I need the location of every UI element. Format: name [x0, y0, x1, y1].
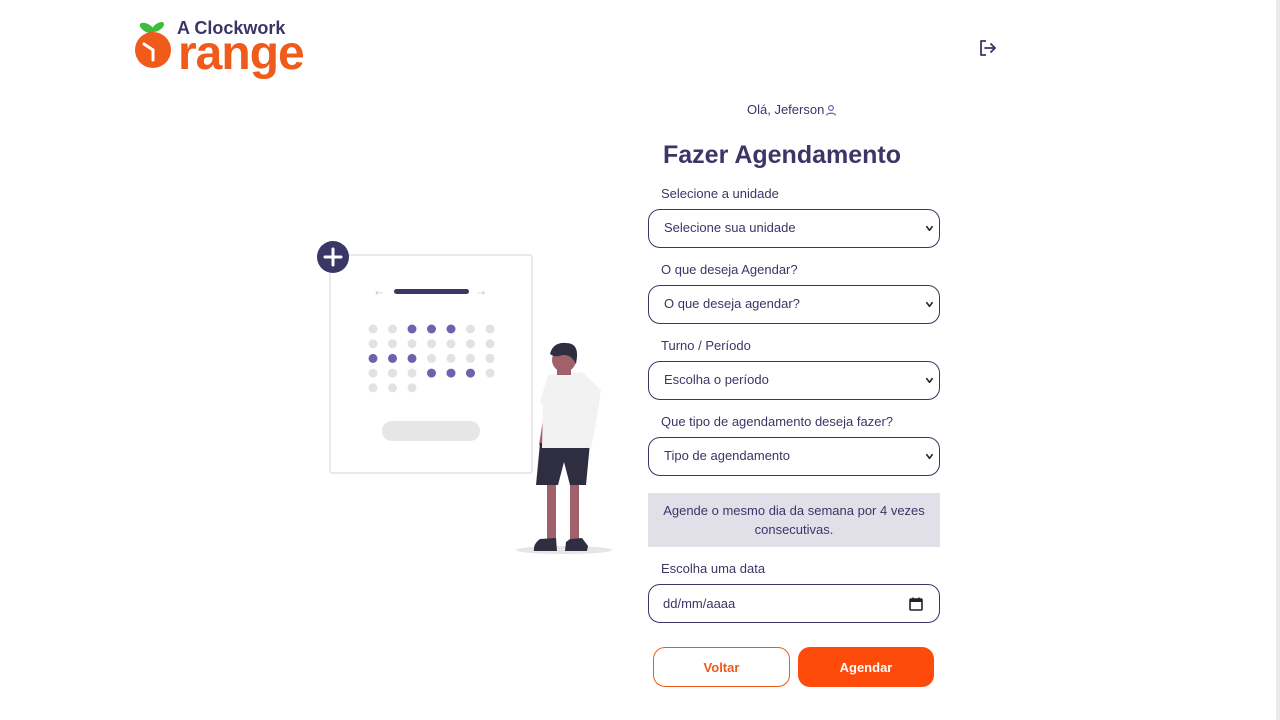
greeting-text: Olá, Jeferson	[747, 102, 825, 117]
service-select-value: O que deseja agendar?	[664, 296, 800, 311]
chevron-down-icon	[925, 377, 934, 384]
date-placeholder: dd/mm/aaaa	[663, 596, 736, 611]
user-icon	[826, 104, 837, 116]
period-select-value: Escolha o período	[664, 372, 769, 387]
logo-wordmark: range	[178, 27, 305, 80]
back-button[interactable]: Voltar	[653, 647, 790, 687]
scrollbar[interactable]	[1276, 0, 1280, 720]
svg-text:→: →	[477, 288, 485, 299]
form-title: Fazer Agendamento	[663, 141, 902, 169]
calendar-icon[interactable]	[908, 596, 924, 612]
orange-clock-icon	[135, 22, 171, 68]
unit-select-value: Selecione sua unidade	[664, 220, 796, 235]
unit-select[interactable]: Selecione sua unidade	[648, 209, 940, 248]
service-label: O que deseja Agendar?	[661, 262, 798, 277]
brand-logo: A Clockwork range	[134, 16, 324, 80]
recurrence-notice: Agende o mesmo dia da semana por 4 vezes…	[648, 493, 940, 547]
date-label: Escolha uma data	[661, 561, 766, 576]
date-input[interactable]: dd/mm/aaaa	[648, 584, 940, 623]
user-greeting: Olá, Jeferson	[747, 102, 837, 117]
service-select[interactable]: O que deseja agendar?	[648, 285, 940, 324]
chevron-down-icon	[925, 453, 934, 460]
period-select[interactable]: Escolha o período	[648, 361, 940, 400]
calendar-illustration: ← →	[317, 241, 612, 554]
unit-label: Selecione a unidade	[661, 186, 779, 201]
type-label: Que tipo de agendamento deseja fazer?	[661, 414, 894, 429]
type-select[interactable]: Tipo de agendamento	[648, 437, 940, 476]
chevron-down-icon	[925, 225, 934, 232]
logout-icon[interactable]	[978, 38, 998, 58]
svg-text:←: ←	[375, 288, 383, 299]
period-label: Turno / Período	[661, 338, 751, 353]
schedule-button[interactable]: Agendar	[798, 647, 934, 687]
type-select-value: Tipo de agendamento	[664, 448, 791, 463]
chevron-down-icon	[925, 301, 934, 308]
